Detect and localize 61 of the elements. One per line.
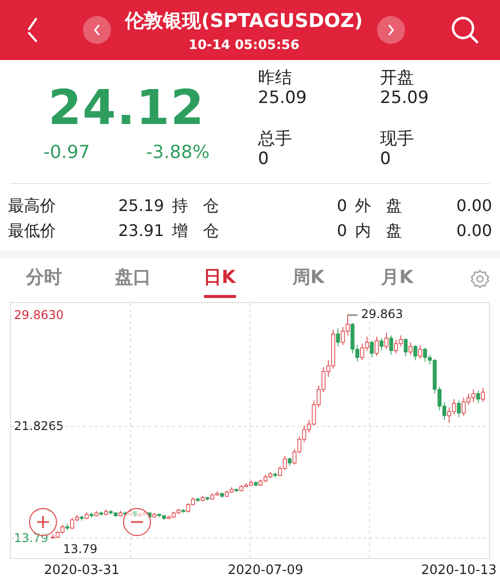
chart-tab[interactable]: 盘口 xyxy=(114,259,151,298)
search-icon[interactable] xyxy=(450,15,480,45)
back-icon[interactable] xyxy=(26,17,38,43)
detail-label: 最高价 xyxy=(8,196,56,217)
detail-label: 内 盘 xyxy=(355,220,402,242)
quote-time: 10-14 05:05:56 xyxy=(188,38,300,52)
minus-icon xyxy=(130,520,144,523)
candlestick xyxy=(380,337,384,351)
stat-value: 25.09 xyxy=(258,88,308,109)
next-button[interactable] xyxy=(376,16,405,44)
detail-value: 0.00 xyxy=(455,196,492,217)
price-axis-label: 21.8265 xyxy=(14,419,64,434)
detail-value: 0 xyxy=(336,220,348,242)
candlestick xyxy=(336,328,340,346)
detail-value: 0.00 xyxy=(455,220,492,242)
detail-value: 25.19 xyxy=(117,196,165,217)
stat-value: 0 xyxy=(380,148,392,170)
price-axis-label: 29.8630 xyxy=(14,308,64,322)
candlestick xyxy=(476,390,480,404)
chart-tab[interactable]: 月K xyxy=(381,259,414,298)
candlestick xyxy=(389,334,394,355)
detail-label: 外 盘 xyxy=(355,196,402,217)
low-price-marker: 13.79 xyxy=(63,542,98,556)
detail-label: 持 仓 xyxy=(172,196,220,217)
leader-line xyxy=(347,314,358,316)
chevron-right-icon xyxy=(386,23,396,37)
plus-icon xyxy=(36,514,50,529)
candlestick xyxy=(481,387,485,402)
detail-label: 增 仓 xyxy=(172,220,220,242)
stat-label: 昨结 xyxy=(258,68,293,88)
zoom-out-button[interactable] xyxy=(123,508,151,536)
detail-value: 23.91 xyxy=(117,220,165,242)
date-axis-label: 2020-03-31 xyxy=(44,562,120,578)
candlestick xyxy=(408,341,412,355)
stat-value: 25.09 xyxy=(380,88,430,109)
stat-label: 现手 xyxy=(380,128,415,149)
chevron-left-icon xyxy=(92,23,102,37)
candlestick xyxy=(370,340,374,358)
detail-value: 0 xyxy=(336,196,348,217)
candlestick xyxy=(418,344,422,359)
price-change: -0.97 xyxy=(43,142,90,163)
settings-icon[interactable] xyxy=(470,268,490,289)
chart-tab[interactable]: 周K xyxy=(292,259,324,298)
chart-tab[interactable]: 日K xyxy=(204,259,236,298)
detail-label: 最低价 xyxy=(8,220,56,242)
date-axis-label: 2020-10-13 xyxy=(421,562,497,578)
last-price: 24.12 xyxy=(48,80,205,136)
candlestick xyxy=(384,332,388,350)
chart-tab[interactable]: 分时 xyxy=(26,259,62,298)
candlestick xyxy=(374,336,379,356)
stat-label: 总手 xyxy=(258,128,293,149)
candlestick xyxy=(404,337,408,356)
stat-value: 0 xyxy=(258,148,270,170)
percent-change: -3.88% xyxy=(146,142,210,163)
stat-label: 开盘 xyxy=(380,68,415,88)
high-price-marker: 29.863 xyxy=(361,306,404,321)
candlestick xyxy=(456,400,461,418)
date-axis-label: 2020-07-09 xyxy=(228,562,304,578)
instrument-title: 伦敦银现(SPTAGUSDOZ) xyxy=(125,8,363,34)
previous-button[interactable] xyxy=(83,16,112,44)
candlestick xyxy=(413,344,418,360)
